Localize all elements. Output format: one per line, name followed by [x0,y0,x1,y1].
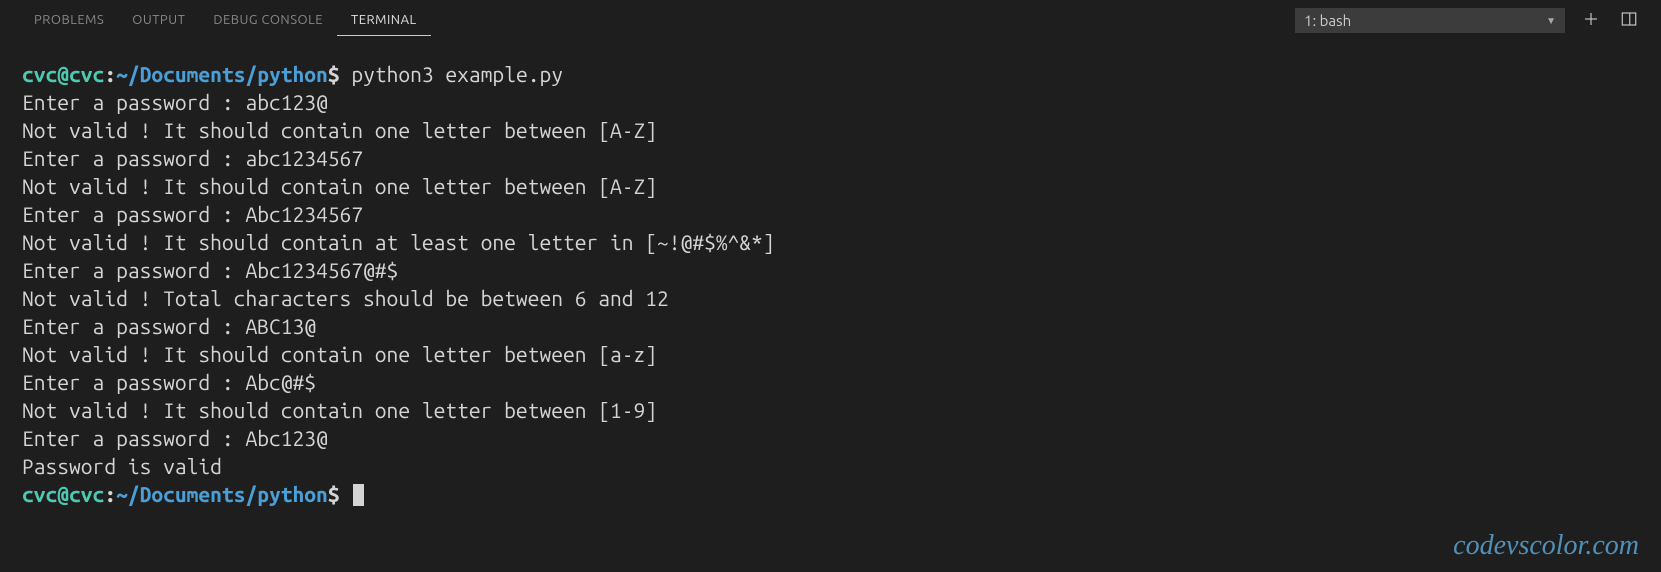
prompt-line-2: cvc@cvc:~/Documents/python$ [22,480,1639,508]
prompt-user-host: cvc@cvc [22,62,104,86]
output-line: Enter a password : Abc1234567@#$ [22,256,1639,284]
header-actions: 1: bash ▼ [1295,8,1641,33]
plus-icon [1582,10,1600,32]
command-text: python3 example.py [351,62,563,86]
prompt-dollar: $ [328,62,340,86]
terminal-selector-dropdown[interactable]: 1: bash ▼ [1295,8,1565,33]
tab-problems[interactable]: PROBLEMS [20,5,118,36]
new-terminal-button[interactable] [1579,9,1603,33]
watermark-text: codevscolor.com [1453,530,1639,562]
tab-debug-console[interactable]: DEBUG CONSOLE [199,5,337,36]
output-line: Not valid ! It should contain at least o… [22,228,1639,256]
prompt-colon: : [104,62,116,86]
output-line: Enter a password : Abc1234567 [22,200,1639,228]
split-panel-icon [1620,10,1638,32]
panel-tabs: PROBLEMS OUTPUT DEBUG CONSOLE TERMINAL [20,5,1295,36]
terminal-cursor [353,484,364,506]
prompt-path: ~/Documents/python [116,62,328,86]
output-line: Enter a password : Abc123@ [22,424,1639,452]
output-line: Not valid ! It should contain one letter… [22,172,1639,200]
prompt-user-host: cvc@cvc [22,482,104,506]
split-terminal-button[interactable] [1617,9,1641,33]
output-line: Enter a password : Abc@#$ [22,368,1639,396]
prompt-colon: : [104,482,116,506]
output-line: Not valid ! It should contain one letter… [22,340,1639,368]
output-line: Not valid ! Total characters should be b… [22,284,1639,312]
terminal-selector-label: 1: bash [1304,12,1351,29]
panel-header: PROBLEMS OUTPUT DEBUG CONSOLE TERMINAL 1… [0,0,1661,42]
prompt-line-1: cvc@cvc:~/Documents/python$ python3 exam… [22,60,1639,88]
chevron-down-icon: ▼ [1546,15,1556,27]
terminal-content[interactable]: cvc@cvc:~/Documents/python$ python3 exam… [0,42,1661,508]
output-line: Not valid ! It should contain one letter… [22,396,1639,424]
output-line: Enter a password : abc1234567 [22,144,1639,172]
prompt-dollar: $ [328,482,340,506]
output-line: Enter a password : ABC13@ [22,312,1639,340]
output-line: Enter a password : abc123@ [22,88,1639,116]
tab-terminal[interactable]: TERMINAL [337,5,431,36]
output-line: Not valid ! It should contain one letter… [22,116,1639,144]
tab-output[interactable]: OUTPUT [118,5,199,36]
prompt-path: ~/Documents/python [116,482,328,506]
output-line: Password is valid [22,452,1639,480]
